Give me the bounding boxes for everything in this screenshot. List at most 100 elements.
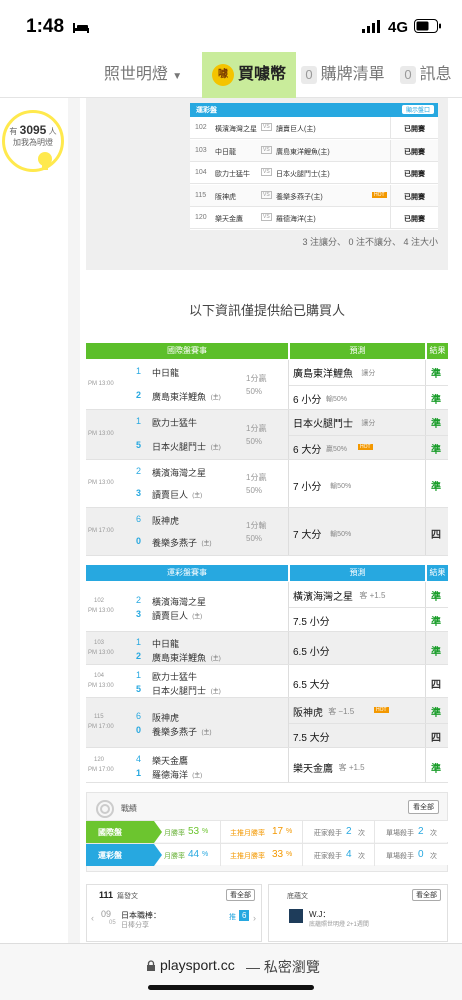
prediction-detail: 客 +1.5	[338, 762, 365, 772]
vs-icon: VS	[261, 168, 272, 177]
follow-view-all-button[interactable]: 看全部	[412, 889, 441, 901]
game-time: PM 17:00	[88, 724, 114, 730]
single-killer-count: 0	[418, 849, 424, 860]
away-score: 1	[136, 416, 142, 426]
top-pick-rate: 17	[272, 826, 284, 837]
game-number: 103	[195, 146, 207, 154]
game-row[interactable]: 102 橫濱海灣之星 VS 讀賣巨人(主) 已開賽	[190, 117, 438, 139]
prediction-detail: 贏50%	[326, 446, 348, 453]
game-row[interactable]: 104 歐力士猛牛 VS 日本火腿鬥士(主) 已開賽	[190, 162, 438, 185]
home-score: 2	[136, 650, 142, 661]
prediction-detail: 客 +1.5	[359, 591, 386, 600]
vs-icon: VS	[261, 190, 272, 199]
private-label: — 私密瀏覽	[246, 959, 320, 975]
game-number: 115	[195, 191, 207, 199]
next-arrow-icon[interactable]: ›	[253, 913, 256, 923]
home-team: 廣島東洋鯉魚	[152, 652, 207, 663]
game-row[interactable]: 120 樂天金鷹 VS 羅德海洋(主) 已開賽	[190, 207, 438, 230]
away-team: 歐力士猛牛	[215, 171, 250, 179]
home-marker: (主)	[201, 730, 212, 736]
home-team: 讀賣巨人	[152, 490, 189, 500]
away-score: 6	[136, 514, 142, 524]
cart-tab[interactable]: 0 購牌清單	[298, 52, 388, 98]
away-score: 2	[136, 595, 142, 605]
home-team: 廣島東洋鯉魚	[152, 392, 207, 402]
vs-icon: VS	[261, 145, 272, 154]
stats-view-all-button[interactable]: 看全部	[408, 800, 439, 814]
home-score: 3	[136, 609, 142, 619]
posts-view-all-button[interactable]: 看全部	[226, 889, 255, 901]
win-rate: 53	[188, 826, 200, 837]
hot-badge: HOT	[372, 191, 387, 198]
prediction-detail: 輸50%	[330, 483, 352, 490]
prediction: 7 大分	[293, 530, 322, 541]
home-team: 養樂多燕子	[152, 538, 198, 548]
game-number: 103	[94, 639, 105, 646]
table-row: PM 13:00 2 橫濱海灣之星 3 讀賣巨人 (主) 1分贏 50% 7 小分 輸50% 準	[86, 460, 448, 508]
home-marker: (主)	[210, 655, 221, 662]
result-mark: 準	[431, 482, 441, 493]
result-mark: 四	[431, 530, 441, 541]
away-team: 歐力士猛牛	[152, 418, 198, 428]
battery-icon	[414, 19, 441, 33]
away-team: 樂天金鷹	[215, 216, 243, 224]
clock: 1:48	[26, 16, 65, 37]
handicap-pct: 50%	[246, 387, 263, 396]
market-label: 運彩盤	[98, 851, 122, 860]
win-rate: 44	[188, 849, 200, 860]
game-time: PM 13:00	[88, 480, 114, 486]
home-score: 0	[136, 536, 142, 546]
game-number: 120	[94, 756, 105, 763]
game-time: PM 13:00	[88, 381, 114, 387]
game-row[interactable]: 115 阪神虎 VS 養樂多燕子(主) HOT 已開賽	[190, 184, 438, 207]
home-marker: (主)	[210, 688, 221, 695]
game-number: 104	[195, 169, 207, 177]
away-score: 1	[136, 636, 142, 647]
url-domain[interactable]: playsport.cc	[160, 957, 235, 973]
result-mark: 準	[431, 646, 441, 658]
prediction: 6 大分	[293, 445, 322, 456]
home-marker: (主)	[210, 445, 221, 451]
prediction-detail: 輸50%	[330, 531, 352, 538]
vs-icon: VS	[261, 123, 272, 131]
stats-row: 國際盤 月勝率 53% 主推月勝率 17% 莊家殺手 2 次單場殺手 2 次	[86, 820, 448, 843]
home-team: 日本火腿鬥士	[152, 685, 207, 696]
handicap-line: 1分贏	[246, 374, 267, 383]
handicap-line: 1分贏	[246, 424, 267, 433]
bookie-killer-unit: 次	[358, 830, 365, 837]
table-row: 120 PM 17:00 4 樂天金鷹 1 羅德海洋 (主) 樂天金鷹客 +1.5 準	[86, 748, 448, 783]
bet-summary: 3 注讓分、 0 注不讓分、 4 注大小	[302, 237, 438, 247]
result-mark: 準	[431, 592, 441, 603]
mingdeng-menu[interactable]: 照世明燈 ▼	[86, 52, 200, 98]
home-score: 5	[136, 683, 142, 694]
lightbulb-icon	[38, 152, 52, 170]
away-score: 1	[136, 669, 142, 680]
game-time: PM 17:00	[88, 528, 114, 534]
messages-tab[interactable]: 0 訊息	[390, 52, 462, 98]
result-mark: 準	[431, 395, 441, 406]
prediction: 橫濱海灣之星	[293, 592, 353, 603]
prediction: 阪神虎	[293, 708, 323, 719]
prediction: 6 小分	[293, 395, 322, 406]
single-killer-unit: 次	[430, 830, 437, 837]
result-mark: 四	[431, 679, 441, 691]
game-time: PM 13:00	[88, 682, 114, 689]
status-label: 已開賽	[404, 148, 425, 156]
browser-url-bar: playsport.cc — 私密瀏覽	[0, 943, 462, 1000]
target-icon	[96, 800, 114, 818]
avatar	[289, 909, 303, 923]
prediction: 6.5 大分	[293, 679, 330, 691]
home-team: 羅德海洋(主)	[276, 216, 316, 224]
posts-count: 111	[99, 890, 114, 900]
prev-arrow-icon[interactable]: ‹	[91, 913, 94, 923]
status-label: 已開賽	[404, 216, 425, 224]
away-team: 阪神虎	[152, 713, 180, 723]
show-odds-button[interactable]: 顯示盤口	[401, 105, 434, 114]
home-team: 養樂多燕子(主)	[276, 193, 323, 201]
game-row[interactable]: 103 中日龍 VS 廣島東洋鯉魚(主) 已開賽	[190, 139, 438, 162]
prediction-detail: 客 −1.5	[328, 707, 355, 716]
bookie-killer-count: 2	[346, 826, 352, 837]
table-row: PM 17:00 6 阪神虎 0 養樂多燕子 (主) 1分輸 50% 7 大分 輸50% 四	[86, 508, 448, 556]
single-killer-unit: 次	[430, 853, 437, 860]
buy-coins-button[interactable]: 噱買噱幣	[202, 52, 296, 98]
